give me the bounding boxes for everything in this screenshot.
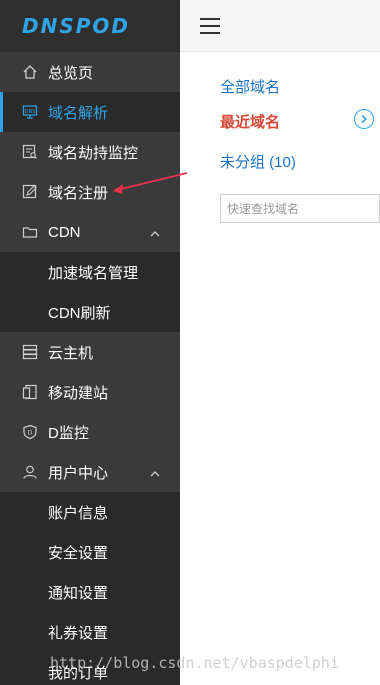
menu-toggle-icon[interactable] bbox=[200, 18, 220, 34]
sidebar-subitem-coupon-settings[interactable]: 礼券设置 bbox=[0, 612, 180, 652]
folder-icon bbox=[20, 222, 40, 242]
home-icon bbox=[20, 62, 40, 82]
all-domains-link[interactable]: 全部域名 bbox=[220, 76, 280, 97]
sidebar-item-mobile-site[interactable]: 移动建站 bbox=[0, 372, 180, 412]
sidebar-item-overview[interactable]: 总览页 bbox=[0, 52, 180, 92]
topbar bbox=[180, 0, 380, 52]
logo-bar: DNSPOD bbox=[0, 0, 180, 52]
chevron-up-icon[interactable] bbox=[150, 226, 160, 243]
domain-panel: 全部域名 最近域名 未分组 (10) bbox=[180, 52, 380, 685]
svg-text:DNS: DNS bbox=[25, 109, 36, 115]
recent-domains-link[interactable]: 最近域名 bbox=[220, 111, 280, 132]
sidebar-item-label: 用户中心 bbox=[48, 464, 109, 482]
edit-register-icon bbox=[20, 182, 40, 202]
sidebar-subitem-account-info[interactable]: 账户信息 bbox=[0, 492, 180, 532]
dnspod-logo[interactable]: DNSPOD bbox=[22, 14, 130, 38]
app-root: DNSPOD 总览页 DNS 域名解析 域名劫持监控 域名注册 CDN 加速域名… bbox=[0, 0, 380, 685]
svg-text:D: D bbox=[28, 430, 33, 437]
dns-icon: DNS bbox=[20, 102, 40, 122]
sidebar-item-cloud-host[interactable]: 云主机 bbox=[0, 332, 180, 372]
shield-icon: D bbox=[20, 422, 40, 442]
sidebar-item-label: 移动建站 bbox=[48, 384, 109, 402]
domain-search-input[interactable] bbox=[220, 194, 380, 223]
sidebar-item-dns[interactable]: DNS 域名解析 bbox=[0, 92, 180, 132]
sidebar-item-label: 云主机 bbox=[48, 344, 94, 362]
sidebar-item-label: CDN bbox=[48, 223, 81, 241]
monitor-search-icon bbox=[20, 142, 40, 162]
sidebar-subitem-cdn-domain-manage[interactable]: 加速域名管理 bbox=[0, 252, 180, 292]
sidebar-item-cdn[interactable]: CDN bbox=[0, 212, 180, 252]
sidebar: DNSPOD 总览页 DNS 域名解析 域名劫持监控 域名注册 CDN 加速域名… bbox=[0, 0, 180, 685]
user-icon bbox=[20, 462, 40, 482]
chevron-right-circle-icon[interactable] bbox=[354, 109, 374, 129]
sidebar-subitem-cdn-refresh[interactable]: CDN刷新 bbox=[0, 292, 180, 332]
sidebar-item-user-center[interactable]: 用户中心 bbox=[0, 452, 180, 492]
sidebar-item-label: 域名解析 bbox=[48, 104, 109, 122]
chevron-up-icon[interactable] bbox=[150, 466, 160, 483]
sidebar-subitem-notification-settings[interactable]: 通知设置 bbox=[0, 572, 180, 612]
sidebar-subitem-security-settings[interactable]: 安全设置 bbox=[0, 532, 180, 572]
sidebar-item-domain-register[interactable]: 域名注册 bbox=[0, 172, 180, 212]
sidebar-item-label: 域名注册 bbox=[48, 184, 109, 202]
sidebar-item-hijack-monitor[interactable]: 域名劫持监控 bbox=[0, 132, 180, 172]
sidebar-item-d-monitor[interactable]: D D监控 bbox=[0, 412, 180, 452]
ungrouped-link[interactable]: 未分组 (10) bbox=[220, 151, 296, 172]
server-icon bbox=[20, 342, 40, 362]
sidebar-subitem-my-orders[interactable]: 我的订单 bbox=[0, 652, 180, 685]
sidebar-item-label: 总览页 bbox=[48, 64, 94, 82]
sidebar-item-label: D监控 bbox=[48, 424, 89, 442]
sidebar-item-label: 域名劫持监控 bbox=[48, 144, 139, 162]
mobile-site-icon bbox=[20, 382, 40, 402]
